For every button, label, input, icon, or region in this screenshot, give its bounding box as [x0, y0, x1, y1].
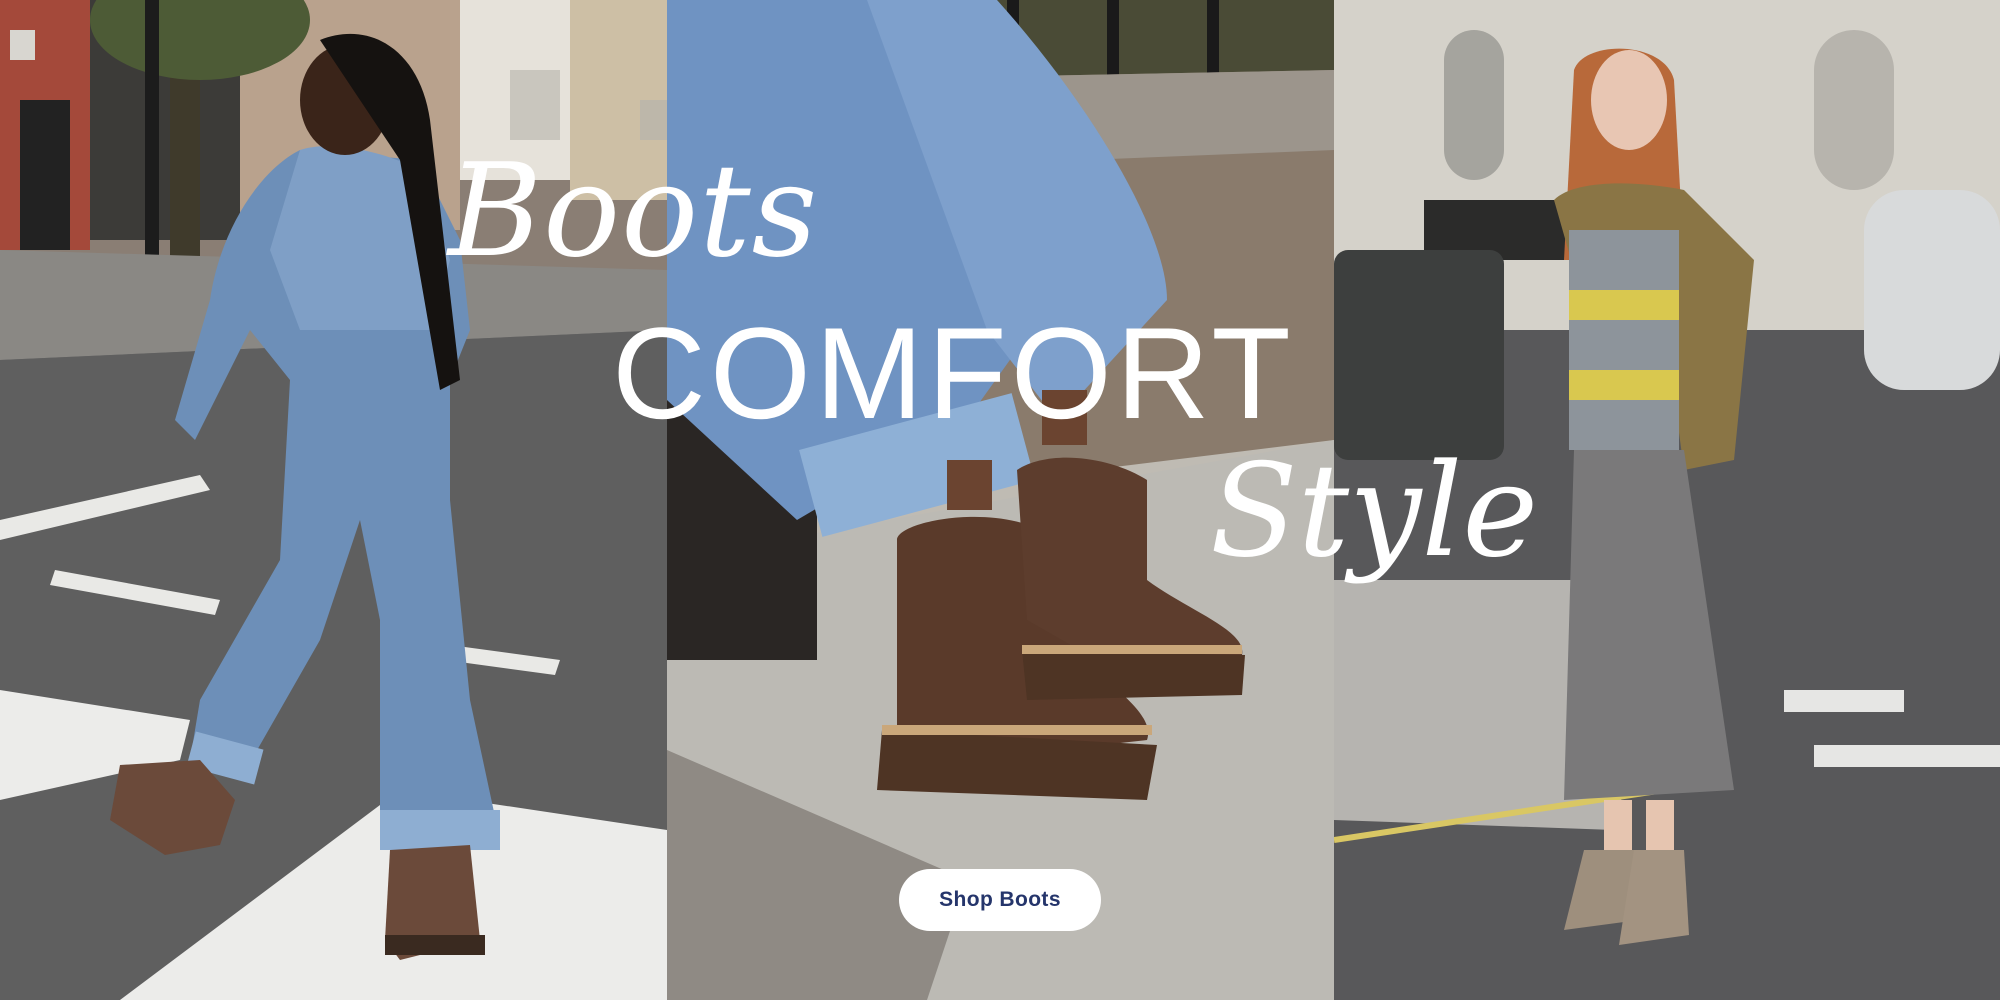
lifestyle-photo-right	[1334, 0, 2000, 1000]
lifestyle-photo-left	[0, 0, 667, 1000]
hero-banner: Boots COMFORT Style Shop Boots	[0, 0, 2000, 1000]
product-photo-center-image	[667, 0, 1334, 1000]
product-photo-center	[667, 0, 1334, 1000]
shop-boots-button[interactable]: Shop Boots	[899, 869, 1101, 931]
lifestyle-photo-left-image	[0, 0, 667, 1000]
lifestyle-photo-right-image	[1334, 0, 2000, 1000]
